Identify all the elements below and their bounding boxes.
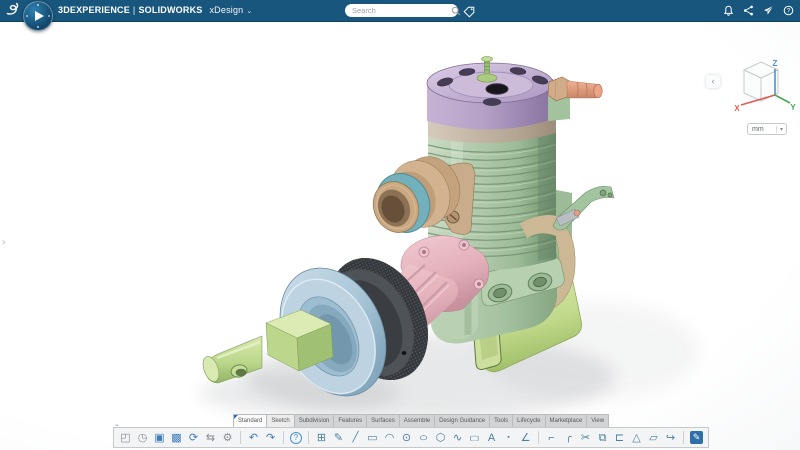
x-axis-label: X [734,104,740,113]
application-window: › ‹ Z X Y mm ▾ 3DEXPERIENCE|SOLIDWORKS xD… [0,0,800,450]
redo-icon[interactable]: ↷ [264,431,277,445]
project-geometry-icon[interactable]: ▱ [647,431,660,445]
undo-icon[interactable]: ↶ [247,431,260,445]
trim-icon[interactable]: ✂ [579,431,592,445]
help-icon[interactable]: ? [290,432,302,444]
search-input[interactable] [345,6,451,15]
import-export-icon[interactable]: ⇆ [204,431,217,445]
save-as-icon[interactable]: ▩ [170,431,183,445]
tab-features[interactable]: Features [334,414,367,427]
settings-icon[interactable]: ⚙ [221,431,234,445]
arc-icon[interactable]: ◠ [383,431,396,445]
polygon-icon[interactable]: ⬡ [434,431,447,445]
orientation-triad[interactable]: Z X Y [728,57,798,123]
exit-sketch-icon[interactable]: ✎ [690,431,703,444]
part-cylinder-head[interactable] [427,57,553,130]
tab-design-guidance[interactable]: Design Guidance [435,414,490,427]
compass-play-icon [35,11,44,21]
units-dropdown[interactable]: mm ▾ [747,123,787,135]
sync-icon[interactable]: ⟳ [187,431,200,445]
sketch-grid-icon[interactable]: ⊞ [315,431,328,445]
help-icon[interactable]: ? [783,5,794,16]
tab-view[interactable]: View [587,414,609,427]
save-icon[interactable]: ▣ [153,431,166,445]
module-switcher[interactable]: xDesign⌄ [209,5,252,15]
svg-text:?: ? [787,8,791,15]
fillet-icon[interactable]: ⌐ [545,431,558,445]
convert-entities-icon[interactable]: △ [630,431,643,445]
compass-cardinal-dots [37,4,39,6]
units-dropdown-arrow-icon: ▾ [776,126,786,133]
graphics-viewport[interactable]: › ‹ Z X Y mm ▾ [0,21,800,450]
brand-3dexperience: 3DEXPERIENCE [58,5,130,15]
text-icon[interactable]: A [485,431,498,445]
bell-icon[interactable] [723,5,734,16]
share-icon[interactable] [743,5,754,16]
tab-standard[interactable]: Standard [233,414,267,427]
ellipse-icon[interactable]: ○ [414,431,433,445]
tab-sketch[interactable]: Sketch [267,414,294,427]
brand-divider: | [133,5,136,15]
glow-plug-hole[interactable] [486,84,508,94]
tag-icon[interactable] [463,6,475,18]
tab-lifecycle[interactable]: Lifecycle [513,414,545,427]
pattern-icon[interactable]: ⧉ [596,431,609,445]
circle-icon[interactable]: ⊙ [400,431,413,445]
y-axis[interactable] [775,95,790,103]
triad-collapse-button[interactable]: ‹ [706,75,720,88]
chevron-down-icon: ⌄ [246,8,252,15]
toolbar-separator [683,431,684,444]
toolbar-separator [308,431,309,444]
tab-tools[interactable]: Tools [490,414,513,427]
tab-subdivision[interactable]: Subdivision [295,414,335,427]
line-icon[interactable]: ╱ [349,431,362,445]
toolbar-separator [538,431,539,444]
3ds-logo[interactable] [5,2,22,19]
insert-component-icon[interactable]: ◰ [119,431,132,445]
topbar-action-icons: ? [723,0,794,21]
part-exhaust-fitting[interactable] [548,77,602,121]
units-value: mm [748,126,776,133]
airplane-icon[interactable] [763,5,774,16]
toolbar-separator [283,431,284,444]
rectangle-icon[interactable]: ▭ [366,431,379,445]
tab-marketplace[interactable]: Marketplace [546,414,588,427]
z-axis-label: Z [773,59,778,68]
app-title: 3DEXPERIENCE|SOLIDWORKS xDesign⌄ [58,0,252,21]
action-toolbar-icons: ◰ ◷ ▣ ▩ ⟳ ⇆ ⚙ ↶ ↷? ⊞ ✎ ╱ ▭ ◠ ⊙○⬡ ∿ ▢ A ▪ ∠ ⌐ ╭ ✂ ⧉ ⊏ △ ▱ ↪ ✎ [113,427,709,448]
top-app-bar: 3DEXPERIENCE|SOLIDWORKS xDesign⌄ [0,0,800,22]
slot-icon[interactable]: ▢ [468,433,481,441]
tab-assemble[interactable]: Assemble [400,414,435,427]
toolbar-separator [240,431,241,444]
chamfer-icon[interactable]: ∠ [519,431,532,445]
brand-solidworks: SOLIDWORKS [138,5,202,15]
point-icon[interactable]: ▪ [502,431,515,445]
open-recent-icon[interactable]: ◷ [136,431,149,445]
search-box[interactable] [345,4,458,17]
modify-sketch-icon[interactable]: ✎ [332,431,345,445]
search-icon[interactable] [451,6,461,16]
spline-icon[interactable]: ∿ [451,431,464,445]
intersection-curve-icon[interactable]: ↪ [664,431,677,445]
action-bar-tabs: Standard Sketch Subdivision Features Sur… [233,414,609,427]
3dexperience-compass-button[interactable] [23,1,53,31]
toolbar-collapse-icon[interactable]: ⌄ [114,420,120,428]
extend-icon[interactable]: ╭ [562,431,575,445]
expand-panel-arrow-icon[interactable]: › [2,237,5,248]
engine-assembly-model[interactable] [0,21,800,450]
offset-icon[interactable]: ⊏ [613,431,626,445]
y-axis-label: Y [790,103,796,112]
tab-surfaces[interactable]: Surfaces [367,414,400,427]
